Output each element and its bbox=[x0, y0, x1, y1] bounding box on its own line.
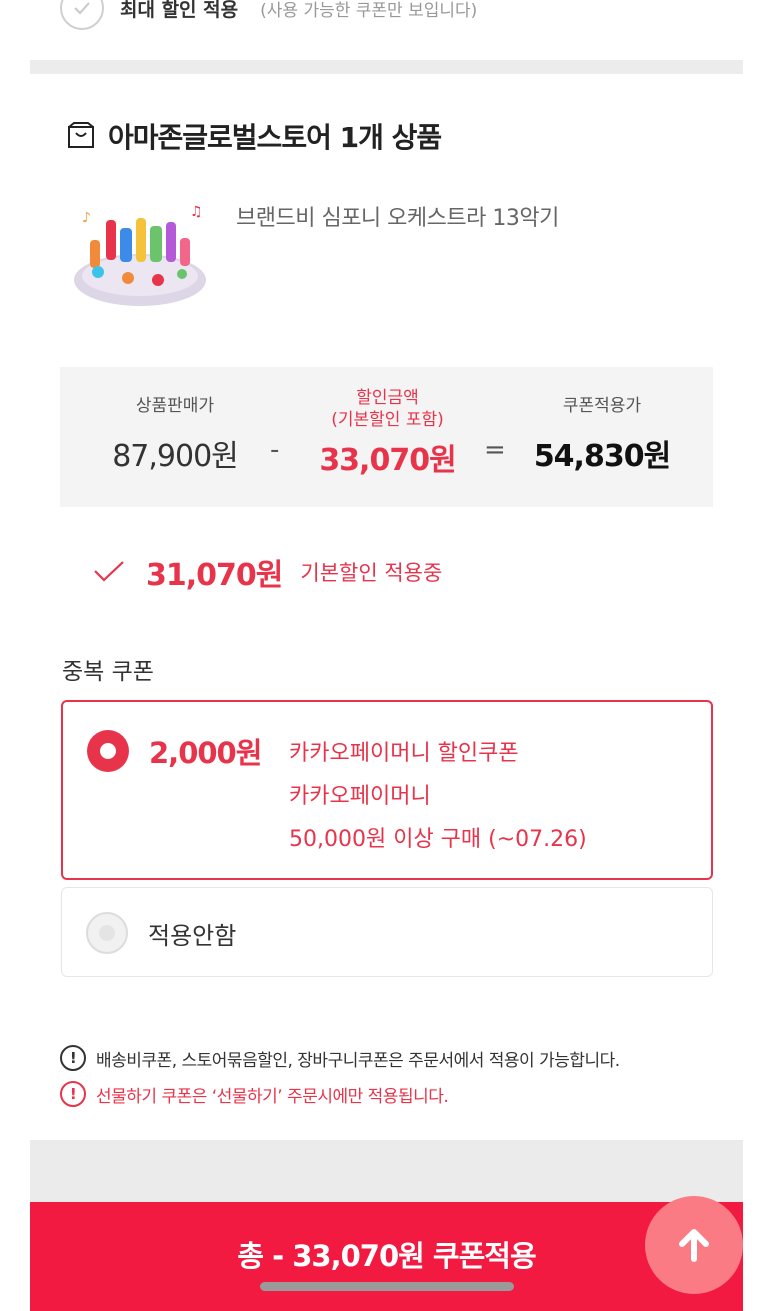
coupon-amount: 2,000원 bbox=[149, 736, 262, 770]
max-discount-sublabel: (사용 가능한 쿠폰만 보입니다) bbox=[260, 0, 478, 21]
apply-coupon-label: 총 - 33,070원 쿠폰적용 bbox=[237, 1238, 536, 1273]
check-circle-icon[interactable] bbox=[60, 0, 104, 30]
notice-shipping-coupon: ! 배송비쿠폰, 스토어묶음할인, 장바구니쿠폰은 주문서에서 적용이 가능합니… bbox=[60, 1045, 620, 1071]
home-indicator bbox=[260, 1282, 514, 1291]
max-discount-option[interactable]: 최대 할인 적용 (사용 가능한 쿠폰만 보입니다) bbox=[60, 0, 478, 30]
svg-text:♪: ♪ bbox=[82, 210, 91, 226]
coupon-option-kakaopay[interactable]: 2,000원 카카오페이머니 할인쿠폰 카카오페이머니 50,000원 이상 구… bbox=[61, 700, 713, 880]
radio-unselected-icon[interactable] bbox=[86, 912, 128, 954]
product-name[interactable]: 브랜드비 심포니 오케스트라 13악기 bbox=[236, 200, 559, 232]
coupon-price-label: 쿠폰적용가 bbox=[562, 396, 642, 416]
minus-sign: - bbox=[270, 435, 280, 465]
notice-text: 배송비쿠폰, 스토어묶음할인, 장바구니쿠폰은 주문서에서 적용이 가능합니다. bbox=[96, 1050, 620, 1071]
scroll-top-button[interactable] bbox=[645, 1196, 743, 1294]
arrow-up-icon bbox=[679, 1229, 709, 1262]
checkmark-icon bbox=[94, 561, 124, 582]
equals-sign: = bbox=[484, 435, 506, 465]
price-breakdown: 상품판매가 87,900원 - 할인금액 (기본할인 포함) 33,070원 =… bbox=[60, 367, 713, 507]
basic-discount-amount: 31,070원 bbox=[146, 558, 283, 593]
store-icon bbox=[68, 122, 94, 148]
store-title: 아마존글로벌스토어 1개 상품 bbox=[108, 121, 442, 154]
radio-selected-icon[interactable] bbox=[87, 730, 129, 772]
no-coupon-label: 적용안함 bbox=[148, 922, 237, 950]
coupon-details: 카카오페이머니 할인쿠폰 카카오페이머니 50,000원 이상 구매 (~07.… bbox=[289, 732, 587, 861]
notice-gift-coupon: ! 선물하기 쿠폰은 ‘선물하기’ 주문시에만 적용됩니다. bbox=[60, 1081, 449, 1107]
discount-column: 할인금액 (기본할인 포함) 33,070원 bbox=[300, 387, 475, 479]
sale-price-label: 상품판매가 bbox=[135, 396, 215, 416]
product-thumbnail[interactable]: ♪ ♫ bbox=[70, 200, 210, 310]
max-discount-label: 최대 할인 적용 bbox=[120, 0, 239, 21]
discount-sublabel: (기본할인 포함) bbox=[331, 410, 444, 430]
footer-spacer bbox=[30, 1140, 743, 1202]
warning-icon: ! bbox=[60, 1081, 86, 1107]
info-icon: ! bbox=[60, 1045, 86, 1071]
store-header: 아마존글로벌스토어 1개 상품 bbox=[66, 116, 442, 156]
coupon-issuer: 카카오페이머니 bbox=[289, 784, 431, 809]
sale-price-value: 87,900원 bbox=[112, 439, 239, 474]
discount-label: 할인금액 bbox=[356, 388, 419, 408]
basic-discount-text: 기본할인 적용중 bbox=[300, 561, 443, 585]
discount-value: 33,070원 bbox=[319, 443, 456, 478]
coupon-price-value: 54,830원 bbox=[533, 439, 671, 474]
apply-coupon-button[interactable]: 총 - 33,070원 쿠폰적용 bbox=[30, 1202, 743, 1311]
basic-discount-row: 31,070원 기본할인 적용중 bbox=[92, 550, 442, 594]
sale-price-column: 상품판매가 87,900원 bbox=[100, 395, 250, 475]
section-divider bbox=[30, 60, 743, 74]
coupon-name: 카카오페이머니 할인쿠폰 bbox=[289, 741, 519, 766]
svg-text:♫: ♫ bbox=[190, 204, 203, 220]
coupon-option-none[interactable]: 적용안함 bbox=[61, 887, 713, 977]
duplicate-coupon-label: 중복 쿠폰 bbox=[62, 659, 154, 685]
coupon-price-column: 쿠폰적용가 54,830원 bbox=[522, 395, 682, 475]
notice-text: 선물하기 쿠폰은 ‘선물하기’ 주문시에만 적용됩니다. bbox=[96, 1086, 449, 1107]
coupon-condition: 50,000원 이상 구매 (~07.26) bbox=[289, 827, 587, 852]
